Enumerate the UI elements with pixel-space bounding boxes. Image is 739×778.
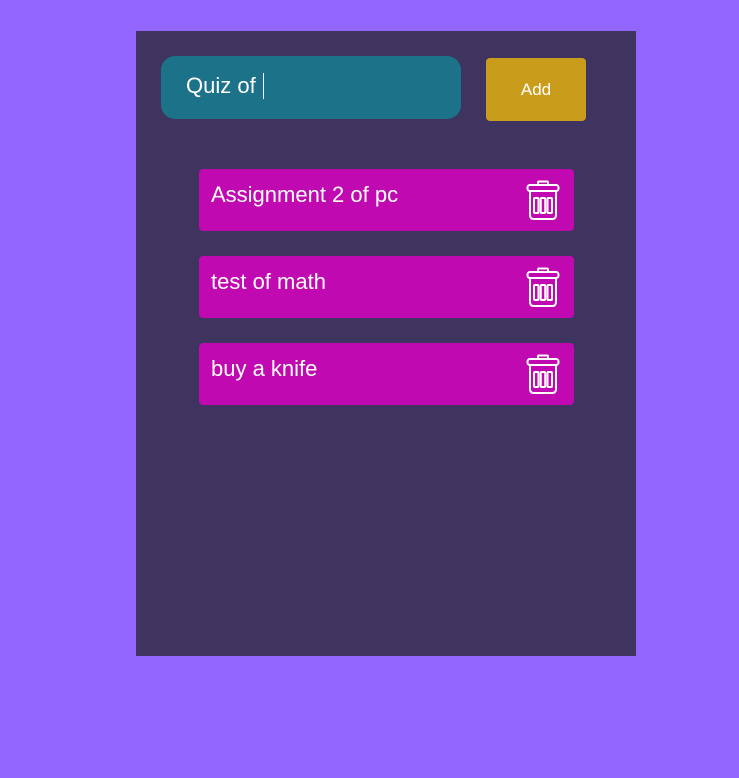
text-caret <box>262 72 264 99</box>
trash-icon[interactable] <box>526 180 560 220</box>
trash-icon[interactable] <box>526 354 560 394</box>
todo-item: Assignment 2 of pc <box>199 169 574 231</box>
trash-icon[interactable] <box>526 267 560 307</box>
todo-panel: Quiz of Add Assignment 2 of pc test of m… <box>136 31 636 656</box>
todo-item: buy a knife <box>199 343 574 405</box>
add-button[interactable]: Add <box>486 58 586 121</box>
todo-item: test of math <box>199 256 574 318</box>
todo-input[interactable]: Quiz of <box>161 56 461 119</box>
todo-item-label: test of math <box>211 269 326 294</box>
todo-input-value: Quiz of <box>186 72 262 98</box>
todo-item-label: Assignment 2 of pc <box>211 182 399 207</box>
todo-list: Assignment 2 of pc test of math buy a kn… <box>199 169 574 430</box>
todo-item-label: buy a knife <box>211 356 318 381</box>
